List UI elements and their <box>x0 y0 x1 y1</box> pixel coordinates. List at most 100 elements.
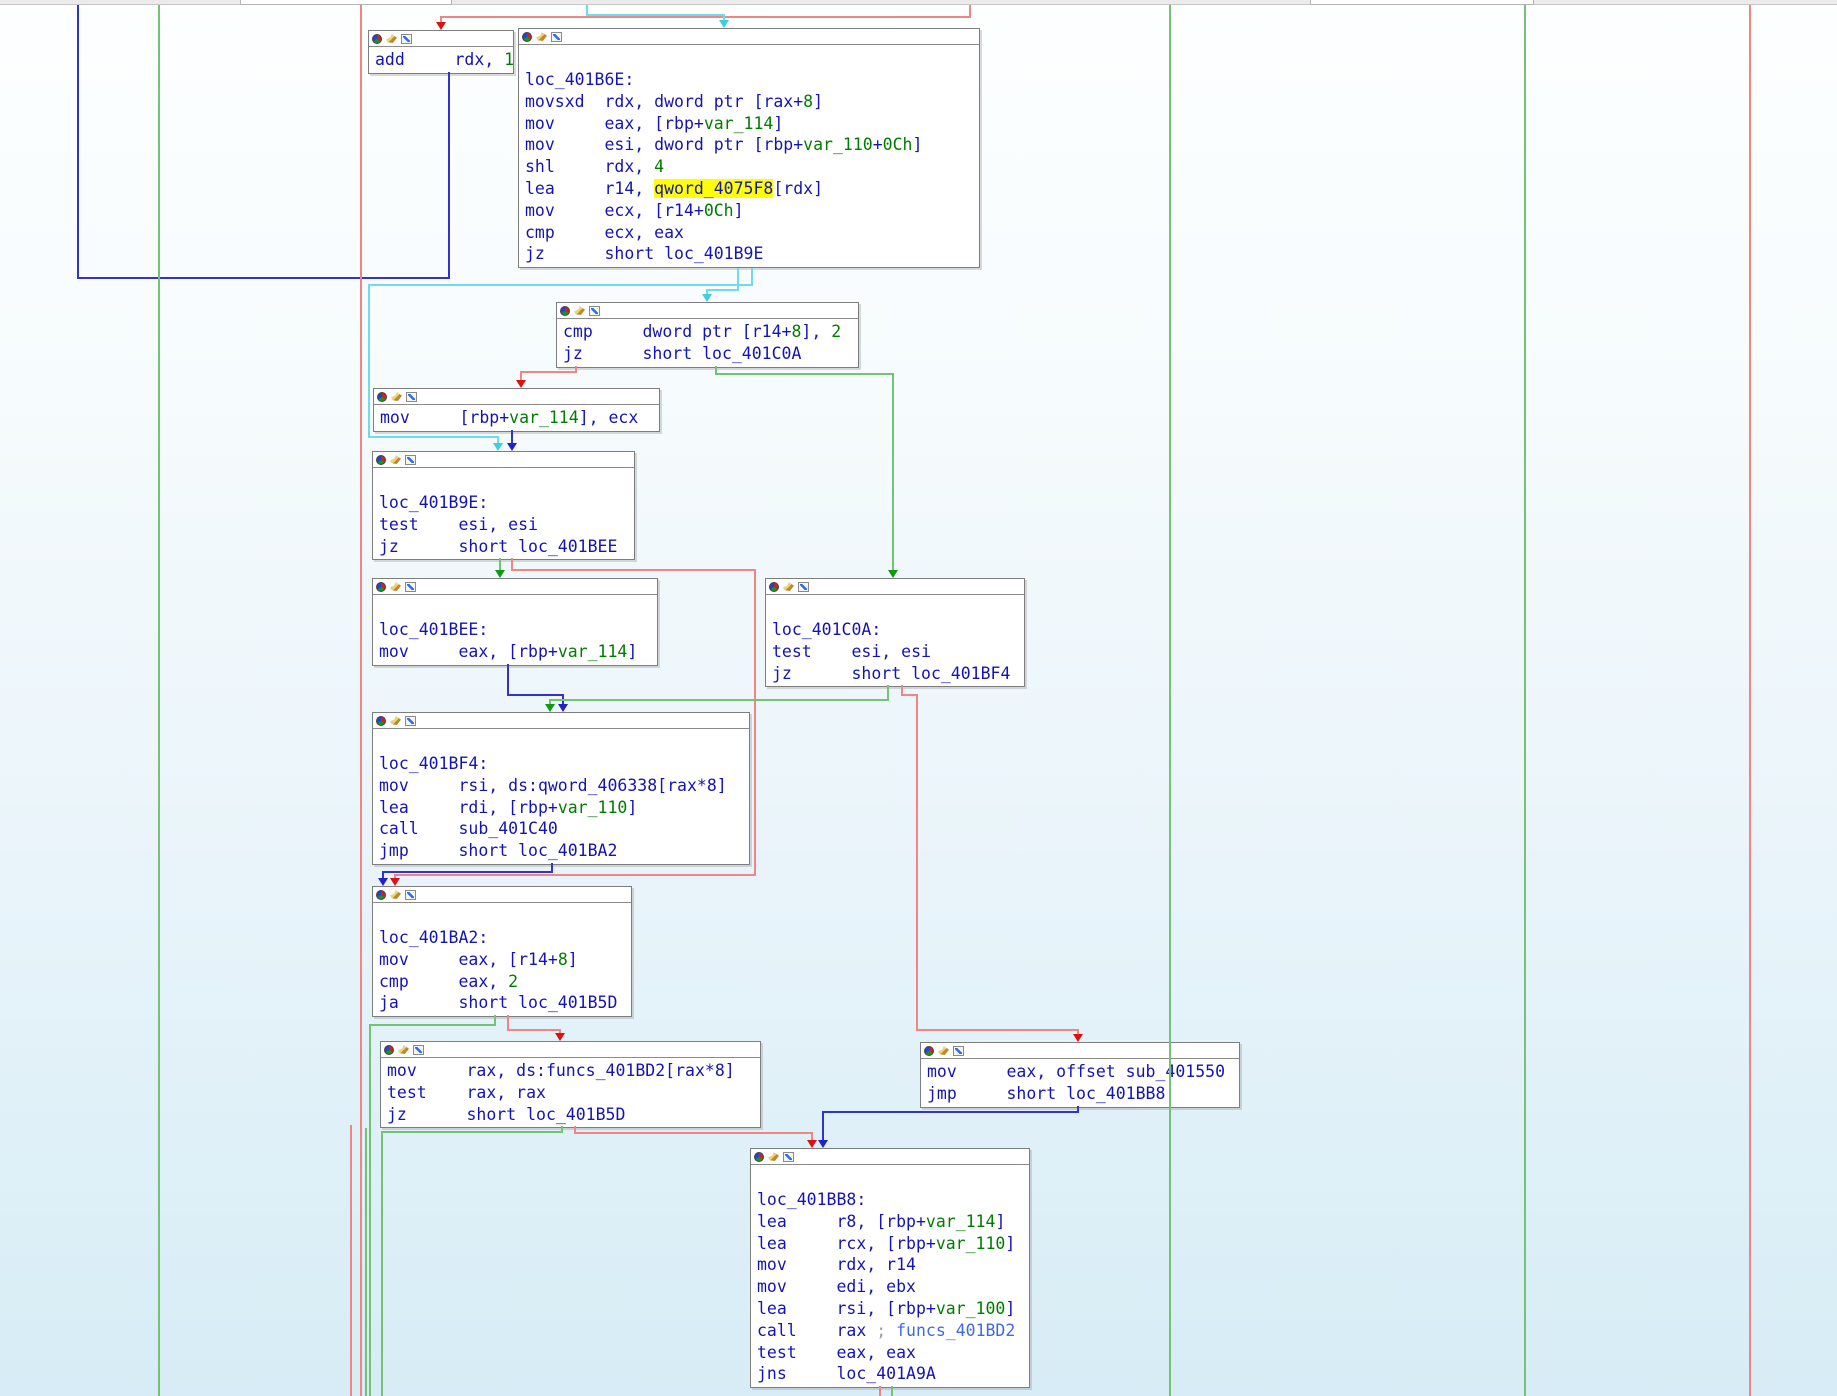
asm-line[interactable]: lea r14, qword_4075F8[rdx] <box>525 178 979 200</box>
block-add-rdx[interactable]: add rdx, 1 <box>368 30 514 74</box>
asm-line[interactable]: mov ecx, [r14+0Ch] <box>525 200 979 222</box>
asm-line[interactable]: shl rdx, 4 <box>525 156 979 178</box>
asm-line[interactable]: mov rdx, r14 <box>757 1254 1029 1276</box>
asm-line[interactable]: mov [rbp+var_114], ecx <box>380 407 659 429</box>
asm-line[interactable]: loc_401BF4: <box>379 753 749 775</box>
node-color-icon[interactable] <box>376 455 386 465</box>
asm-text: var_114 <box>704 114 774 133</box>
group-node-icon[interactable] <box>405 890 416 900</box>
node-color-icon[interactable] <box>754 1152 764 1162</box>
asm-line[interactable]: test rax, rax <box>387 1082 760 1104</box>
node-color-icon[interactable] <box>372 34 382 44</box>
block-funcs-dispatch[interactable]: mov rax, ds:funcs_401BD2[rax*8]test rax,… <box>380 1041 761 1128</box>
edit-node-icon[interactable] <box>783 582 794 591</box>
asm-line[interactable]: loc_401B6E: <box>525 69 979 91</box>
group-node-icon[interactable] <box>798 582 809 592</box>
node-color-icon[interactable] <box>560 306 570 316</box>
edit-node-icon[interactable] <box>398 1045 409 1054</box>
group-node-icon[interactable] <box>551 32 562 42</box>
asm-line[interactable]: cmp ecx, eax <box>525 222 979 244</box>
edit-node-icon[interactable] <box>574 306 585 315</box>
node-color-icon[interactable] <box>522 32 532 42</box>
asm-line[interactable]: test esi, esi <box>772 641 1024 663</box>
asm-line[interactable]: loc_401C0A: <box>772 619 1024 641</box>
asm-line[interactable]: jns loc_401A9A <box>757 1363 1029 1385</box>
edit-node-icon[interactable] <box>390 716 401 725</box>
asm-text: var_114 <box>558 642 628 661</box>
asm-text: jmp short loc_401BB8 <box>927 1084 1165 1103</box>
edit-node-icon[interactable] <box>938 1046 949 1055</box>
asm-line[interactable]: movsxd rdx, dword ptr [rax+8] <box>525 91 979 113</box>
asm-line[interactable]: lea r8, [rbp+var_114] <box>757 1211 1029 1233</box>
block-loc_401C0A[interactable]: loc_401C0A:test esi, esi jz short loc_401… <box>765 578 1025 687</box>
group-node-icon[interactable] <box>589 306 600 316</box>
asm-line[interactable]: jz short loc_401BEE <box>379 536 634 558</box>
asm-line[interactable]: jz short loc_401BF4 <box>772 663 1024 685</box>
asm-line[interactable]: cmp eax, 2 <box>379 971 631 993</box>
offscreen-block-bottom <box>240 0 452 5</box>
asm-text: ] <box>568 950 578 969</box>
group-node-icon[interactable] <box>401 34 412 44</box>
group-node-icon[interactable] <box>783 1152 794 1162</box>
asm-line[interactable]: mov eax, [rbp+var_114] <box>525 113 979 135</box>
asm-line[interactable]: loc_401BB8: <box>757 1189 1029 1211</box>
node-color-icon[interactable] <box>377 392 387 402</box>
group-node-icon[interactable] <box>405 716 416 726</box>
block-loc_401BA2[interactable]: loc_401BA2:mov eax, [r14+8]cmp eax, 2ja … <box>372 886 632 1017</box>
node-color-icon[interactable] <box>376 582 386 592</box>
asm-line[interactable]: mov eax, offset sub_401550 <box>927 1061 1239 1083</box>
graph-canvas[interactable]: add rdx, 1loc_401B6E:movsxd rdx, dword p… <box>0 0 1837 1396</box>
asm-line[interactable]: cmp dword ptr [r14+8], 2 <box>563 321 858 343</box>
edit-node-icon[interactable] <box>386 34 397 43</box>
block-mov-var114[interactable]: mov [rbp+var_114], ecx <box>373 388 660 432</box>
group-node-icon[interactable] <box>405 582 416 592</box>
group-node-icon[interactable] <box>405 455 416 465</box>
edit-node-icon[interactable] <box>536 32 547 41</box>
node-color-icon[interactable] <box>384 1045 394 1055</box>
group-node-icon[interactable] <box>406 392 417 402</box>
edit-node-icon[interactable] <box>391 392 402 401</box>
asm-line[interactable]: loc_401B9E: <box>379 492 634 514</box>
asm-line[interactable]: mov esi, dword ptr [rbp+var_110+0Ch] <box>525 134 979 156</box>
asm-line[interactable]: call sub_401C40 <box>379 818 749 840</box>
asm-line[interactable]: lea rcx, [rbp+var_110] <box>757 1233 1029 1255</box>
group-node-icon[interactable] <box>413 1045 424 1055</box>
node-color-icon[interactable] <box>376 716 386 726</box>
asm-line[interactable]: jz short loc_401B5D <box>387 1104 760 1126</box>
asm-line[interactable]: test esi, esi <box>379 514 634 536</box>
asm-text: mov rdx, r14 <box>757 1255 916 1274</box>
block-offset-sub401550[interactable]: mov eax, offset sub_401550jmp short loc_… <box>920 1042 1240 1108</box>
edit-node-icon[interactable] <box>768 1152 779 1161</box>
asm-line[interactable]: jmp short loc_401BB8 <box>927 1083 1239 1105</box>
asm-line[interactable]: call rax ; funcs_401BD2 <box>757 1320 1029 1342</box>
node-color-icon[interactable] <box>924 1046 934 1056</box>
group-node-icon[interactable] <box>953 1046 964 1056</box>
asm-line[interactable]: mov rax, ds:funcs_401BD2[rax*8] <box>387 1060 760 1082</box>
asm-line[interactable]: loc_401BEE: <box>379 619 657 641</box>
node-color-icon[interactable] <box>769 582 779 592</box>
edit-node-icon[interactable] <box>390 890 401 899</box>
asm-text: test esi, esi <box>772 642 931 661</box>
asm-line[interactable]: mov edi, ebx <box>757 1276 1029 1298</box>
node-color-icon[interactable] <box>376 890 386 900</box>
block-loc_401B6E[interactable]: loc_401B6E:movsxd rdx, dword ptr [rax+8]… <box>518 28 980 268</box>
asm-line[interactable]: mov eax, [r14+8] <box>379 949 631 971</box>
asm-line[interactable]: ja short loc_401B5D <box>379 992 631 1014</box>
block-loc_401BF4[interactable]: loc_401BF4:mov rsi, ds:qword_406338[rax*… <box>372 712 750 865</box>
asm-line[interactable]: jz short loc_401C0A <box>563 343 858 365</box>
block-loc_401BB8[interactable]: loc_401BB8:lea r8, [rbp+var_114]lea rcx,… <box>750 1148 1030 1388</box>
asm-line[interactable]: jmp short loc_401BA2 <box>379 840 749 862</box>
asm-line[interactable]: test eax, eax <box>757 1342 1029 1364</box>
asm-line[interactable]: lea rdi, [rbp+var_110] <box>379 797 749 819</box>
asm-line[interactable]: jz short loc_401B9E <box>525 243 979 265</box>
asm-line[interactable]: loc_401BA2: <box>379 927 631 949</box>
block-cmp-r14[interactable]: cmp dword ptr [r14+8], 2jz short loc_401… <box>556 302 859 368</box>
block-loc_401B9E[interactable]: loc_401B9E:test esi, esijz short loc_401… <box>372 451 635 560</box>
edit-node-icon[interactable] <box>390 582 401 591</box>
asm-line[interactable]: add rdx, 1 <box>375 49 513 71</box>
asm-line[interactable]: mov rsi, ds:qword_406338[rax*8] <box>379 775 749 797</box>
asm-line[interactable]: mov eax, [rbp+var_114] <box>379 641 657 663</box>
asm-line[interactable]: lea rsi, [rbp+var_100] <box>757 1298 1029 1320</box>
edit-node-icon[interactable] <box>390 455 401 464</box>
block-loc_401BEE[interactable]: loc_401BEE:mov eax, [rbp+var_114] <box>372 578 658 666</box>
